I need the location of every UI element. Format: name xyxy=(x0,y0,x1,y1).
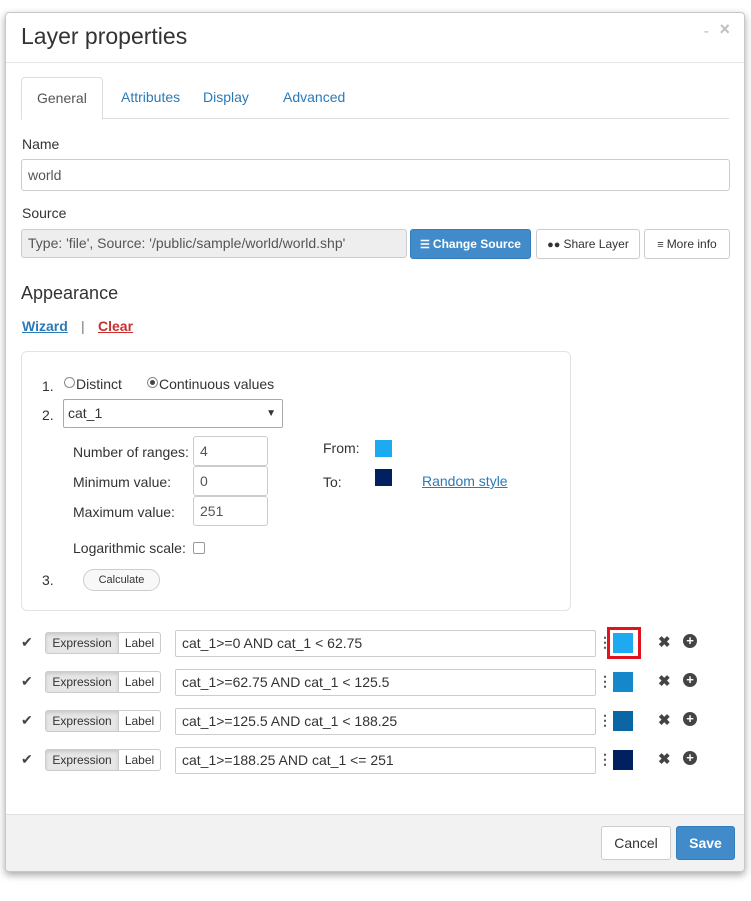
highlight-box xyxy=(607,627,641,659)
tab-bar: General Attributes Display Advanced xyxy=(21,77,729,120)
minimize-icon[interactable]: - xyxy=(704,23,709,41)
share-layer-button[interactable]: ●● Share Layer xyxy=(536,229,640,259)
log-scale-checkbox[interactable] xyxy=(193,542,205,554)
dialog-header: Layer properties - × xyxy=(6,13,744,63)
database-icon: ☰ xyxy=(420,239,430,251)
rule-color-swatch[interactable] xyxy=(613,750,633,770)
chevron-down-icon: ▼ xyxy=(266,408,276,419)
source-input[interactable]: Type: 'file', Source: '/public/sample/wo… xyxy=(21,229,407,258)
calculate-button[interactable]: Calculate xyxy=(83,569,160,591)
rule-expression-input[interactable]: cat_1>=125.5 AND cat_1 < 188.25 xyxy=(175,708,596,735)
step-3-number: 3. xyxy=(42,572,54,588)
link-separator: | xyxy=(81,318,85,334)
rule-row: ✔ Expression Label cat_1>=62.75 AND cat_1 <… xyxy=(6,669,744,700)
rule-expression-input[interactable]: cat_1>=62.75 AND cat_1 < 125.5 xyxy=(175,669,596,696)
label-toggle[interactable]: Label xyxy=(118,710,161,732)
from-color-swatch[interactable] xyxy=(375,440,392,457)
more-options-icon[interactable]: ⋮ xyxy=(598,673,612,690)
cancel-button[interactable]: Cancel xyxy=(601,826,671,860)
add-rule-icon[interactable]: + xyxy=(683,751,697,765)
tab-display[interactable]: Display xyxy=(188,77,264,119)
to-label: To: xyxy=(323,474,342,490)
add-rule-icon[interactable]: + xyxy=(683,673,697,687)
more-options-icon[interactable]: ⋮ xyxy=(598,712,612,729)
expression-toggle[interactable]: Expression xyxy=(45,710,119,732)
rule-color-swatch[interactable] xyxy=(613,711,633,731)
expression-toggle[interactable]: Expression xyxy=(45,632,119,654)
source-label: Source xyxy=(22,205,67,221)
add-rule-icon[interactable]: + xyxy=(683,634,697,648)
to-color-swatch[interactable] xyxy=(375,469,392,486)
min-value-input[interactable]: 0 xyxy=(193,466,268,496)
change-source-label: Change Source xyxy=(432,237,521,251)
save-button[interactable]: Save xyxy=(676,826,735,860)
name-label: Name xyxy=(22,136,60,152)
rule-row: ✔ Expression Label cat_1>=125.5 AND cat_1 <… xyxy=(6,708,744,739)
step-1-number: 1. xyxy=(42,378,54,394)
wizard-panel: 1. Distinct Continuous values 2. cat_1 ▼… xyxy=(21,351,571,611)
log-scale-label: Logarithmic scale: xyxy=(73,540,186,556)
max-value-input[interactable]: 251 xyxy=(193,496,268,526)
wizard-link[interactable]: Wizard xyxy=(22,318,68,334)
from-label: From: xyxy=(323,440,360,456)
rule-expression-input[interactable]: cat_1>=0 AND cat_1 < 62.75 xyxy=(175,630,596,657)
check-icon[interactable]: ✔ xyxy=(21,712,33,729)
dialog-title: Layer properties xyxy=(21,23,188,49)
delete-rule-icon[interactable]: ✖ xyxy=(658,672,671,690)
rule-row: ✔ Expression Label cat_1>=188.25 AND cat_1 … xyxy=(6,747,744,778)
tab-advanced[interactable]: Advanced xyxy=(268,77,360,119)
expression-toggle[interactable]: Expression xyxy=(45,671,119,693)
check-icon[interactable]: ✔ xyxy=(21,673,33,690)
rule-row: ✔ Expression Label cat_1>=0 AND cat_1 < 62.… xyxy=(6,627,744,661)
share-layer-label: Share Layer xyxy=(563,237,629,251)
more-info-button[interactable]: ≡ More info xyxy=(644,229,730,259)
users-icon: ●● xyxy=(547,239,561,251)
delete-rule-icon[interactable]: ✖ xyxy=(658,711,671,729)
label-toggle[interactable]: Label xyxy=(118,632,161,654)
rule-expression-input[interactable]: cat_1>=188.25 AND cat_1 <= 251 xyxy=(175,747,596,774)
tab-attributes[interactable]: Attributes xyxy=(106,77,195,119)
expression-toggle[interactable]: Expression xyxy=(45,749,119,771)
attribute-select-value: cat_1 xyxy=(68,405,103,421)
dialog-footer: Cancel Save xyxy=(6,814,744,871)
appearance-title: Appearance xyxy=(21,283,119,303)
add-rule-icon[interactable]: + xyxy=(683,712,697,726)
num-ranges-label: Number of ranges: xyxy=(73,444,189,460)
check-icon[interactable]: ✔ xyxy=(21,751,33,768)
change-source-button[interactable]: ☰ Change Source xyxy=(410,229,531,259)
delete-rule-icon[interactable]: ✖ xyxy=(658,633,671,651)
clear-link[interactable]: Clear xyxy=(98,318,133,334)
tab-general[interactable]: General xyxy=(21,77,103,120)
attribute-select[interactable]: cat_1 ▼ xyxy=(63,399,283,428)
max-value-label: Maximum value: xyxy=(73,504,175,520)
close-icon[interactable]: × xyxy=(719,19,730,40)
min-value-label: Minimum value: xyxy=(73,474,172,490)
name-input[interactable]: world xyxy=(21,159,730,191)
more-info-label: More info xyxy=(666,237,717,251)
distinct-label: Distinct xyxy=(76,376,122,392)
continuous-label: Continuous values xyxy=(159,376,275,392)
label-toggle[interactable]: Label xyxy=(118,749,161,771)
delete-rule-icon[interactable]: ✖ xyxy=(658,750,671,768)
step-2-number: 2. xyxy=(42,407,54,423)
random-style-link[interactable]: Random style xyxy=(422,473,508,489)
check-icon[interactable]: ✔ xyxy=(21,634,33,651)
distinct-radio[interactable] xyxy=(64,377,75,388)
rule-color-swatch[interactable] xyxy=(613,672,633,692)
num-ranges-input[interactable]: 4 xyxy=(193,436,268,466)
layer-properties-dialog: Layer properties - × General Attributes … xyxy=(5,12,745,872)
continuous-radio[interactable] xyxy=(147,377,158,388)
more-options-icon[interactable]: ⋮ xyxy=(598,751,612,768)
label-toggle[interactable]: Label xyxy=(118,671,161,693)
list-icon: ≡ xyxy=(657,239,664,251)
